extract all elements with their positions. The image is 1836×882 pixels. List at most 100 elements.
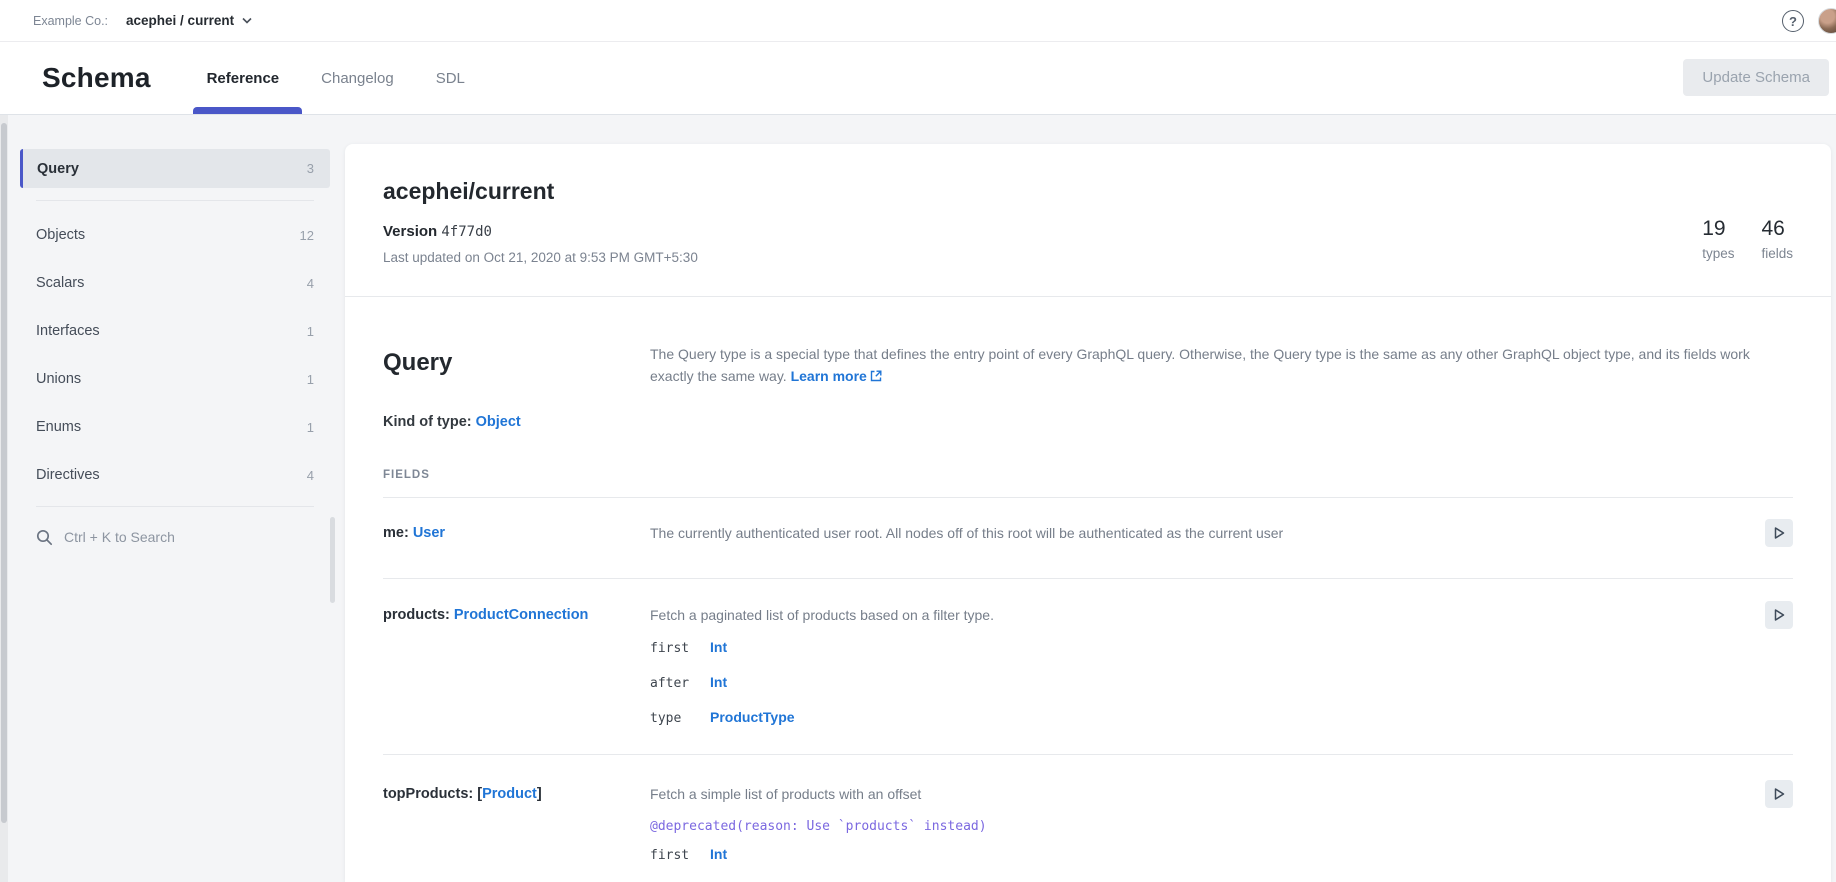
sidebar-item-label: Unions [36, 371, 81, 387]
argument-name: after [650, 675, 710, 693]
field-description: Fetch a simple list of products with an … [650, 785, 1765, 803]
content-area: Query 3 Objects 12 Scalars 4 Interfaces … [0, 115, 1836, 882]
sidebar-item-count: 3 [307, 161, 314, 176]
help-icon[interactable]: ? [1782, 10, 1804, 32]
tab-changelog[interactable]: Changelog [300, 42, 415, 114]
field-name: me: User [383, 524, 650, 547]
graph-selector-dropdown[interactable]: acephei / current [126, 13, 252, 28]
sidebar-item-count: 1 [307, 324, 314, 339]
field-name: topProducts: [Product] [383, 785, 650, 865]
field-type-link[interactable]: ProductConnection [454, 607, 589, 623]
page-title: Schema [42, 62, 151, 94]
play-icon [1772, 608, 1786, 622]
type-name-heading: Query [383, 348, 650, 387]
field-detail: Fetch a simple list of products with an … [650, 785, 1765, 865]
tab-changelog-label: Changelog [321, 70, 394, 87]
field-name-text: topProducts: [383, 786, 473, 802]
version-row: Version 4f77d0 [383, 222, 1793, 242]
sidebar-divider [36, 200, 314, 201]
run-query-button[interactable] [1765, 519, 1793, 547]
sidebar-item-enums[interactable]: Enums 1 [20, 403, 330, 451]
field-name-text: products: [383, 607, 450, 623]
graph-summary-header: acephei/current Version 4f77d0 Last upda… [345, 144, 1831, 297]
topbar-actions: ? [1782, 0, 1828, 42]
sidebar-item-label: Directives [36, 467, 100, 483]
tab-sdl-label: SDL [436, 70, 465, 87]
sidebar-item-label: Interfaces [36, 323, 100, 339]
schema-sidebar: Query 3 Objects 12 Scalars 4 Interfaces … [20, 149, 330, 559]
sidebar-item-unions[interactable]: Unions 1 [20, 355, 330, 403]
type-description: The Query type is a special type that de… [650, 344, 1793, 387]
sidebar-item-label: Objects [36, 227, 85, 243]
argument-row: first Int [650, 638, 1765, 658]
field-row-products: products: ProductConnection Fetch a pagi… [383, 579, 1793, 755]
sidebar-item-query[interactable]: Query 3 [20, 149, 330, 188]
version-label: Version [383, 223, 437, 240]
field-type-link[interactable]: User [413, 525, 445, 541]
learn-more-label: Learn more [791, 368, 867, 384]
sidebar-item-count: 12 [300, 228, 314, 243]
field-arguments: first Int [650, 845, 1765, 865]
sidebar-item-count: 1 [307, 420, 314, 435]
field-arguments: first Int after Int type ProductType [650, 638, 1765, 728]
argument-type-link[interactable]: Int [710, 673, 727, 691]
field-row-me: me: User The currently authenticated use… [383, 498, 1793, 579]
schema-stats: 19 types 46 fields [1702, 216, 1793, 265]
page-header: Schema Reference Changelog SDL Update Sc… [0, 42, 1836, 115]
sidebar-divider [36, 506, 314, 507]
fields-section-label: FIELDS [383, 468, 1793, 482]
user-avatar[interactable] [1818, 8, 1836, 34]
tab-sdl[interactable]: SDL [415, 42, 486, 114]
argument-type-link[interactable]: Int [710, 845, 727, 863]
tab-bar: Reference Changelog SDL [186, 42, 486, 114]
field-type-link[interactable]: Product [482, 786, 537, 802]
graph-selector-value: acephei / current [126, 13, 234, 28]
type-header-row: Query The Query type is a special type t… [383, 297, 1793, 387]
tab-reference-label: Reference [207, 70, 280, 87]
sidebar-item-label: Enums [36, 419, 81, 435]
stat-fields-label: fields [1761, 242, 1793, 265]
run-query-button[interactable] [1765, 780, 1793, 808]
stat-types: 19 types [1702, 216, 1734, 265]
update-schema-button[interactable]: Update Schema [1683, 59, 1829, 96]
sidebar-item-label: Query [37, 161, 79, 177]
stat-types-label: types [1702, 242, 1734, 265]
window-scrollbar-thumb[interactable] [1, 123, 7, 823]
argument-type-link[interactable]: Int [710, 638, 727, 656]
stat-fields: 46 fields [1761, 216, 1793, 265]
argument-row: type ProductType [650, 708, 1765, 728]
kind-of-type-row: Kind of type: Object [383, 412, 1793, 432]
tab-reference[interactable]: Reference [186, 42, 301, 114]
argument-name: type [650, 710, 710, 728]
field-name: products: ProductConnection [383, 606, 650, 728]
field-detail: Fetch a paginated list of products based… [650, 606, 1765, 728]
argument-type-link[interactable]: ProductType [710, 708, 795, 726]
kind-of-type-link[interactable]: Object [476, 414, 521, 430]
sidebar-item-directives[interactable]: Directives 4 [20, 451, 330, 499]
sidebar-scrollbar-thumb[interactable] [330, 517, 335, 603]
argument-name: first [650, 640, 710, 658]
sidebar-item-objects[interactable]: Objects 12 [20, 211, 330, 259]
search-icon [36, 529, 53, 546]
deprecated-annotation: @deprecated(reason: Use `products` inste… [650, 818, 1765, 836]
search-input[interactable]: Ctrl + K to Search [20, 515, 330, 559]
active-tab-indicator [193, 107, 303, 114]
run-query-button[interactable] [1765, 601, 1793, 629]
sidebar-item-count: 4 [307, 468, 314, 483]
sidebar-item-label: Scalars [36, 275, 84, 291]
search-placeholder: Ctrl + K to Search [64, 529, 175, 545]
field-description: Fetch a paginated list of products based… [650, 606, 1765, 624]
org-label: Example Co.: [33, 14, 108, 28]
last-updated-text: Last updated on Oct 21, 2020 at 9:53 PM … [383, 248, 1793, 267]
schema-card: acephei/current Version 4f77d0 Last upda… [345, 144, 1831, 882]
type-suffix: ] [537, 786, 542, 802]
sidebar-item-count: 4 [307, 276, 314, 291]
graph-title: acephei/current [383, 176, 1793, 206]
version-hash: 4f77d0 [441, 224, 492, 240]
play-icon [1772, 787, 1786, 801]
kind-of-type-label: Kind of type: [383, 414, 472, 430]
sidebar-item-scalars[interactable]: Scalars 4 [20, 259, 330, 307]
learn-more-link[interactable]: Learn more [791, 368, 882, 384]
argument-row: after Int [650, 673, 1765, 693]
sidebar-item-interfaces[interactable]: Interfaces 1 [20, 307, 330, 355]
